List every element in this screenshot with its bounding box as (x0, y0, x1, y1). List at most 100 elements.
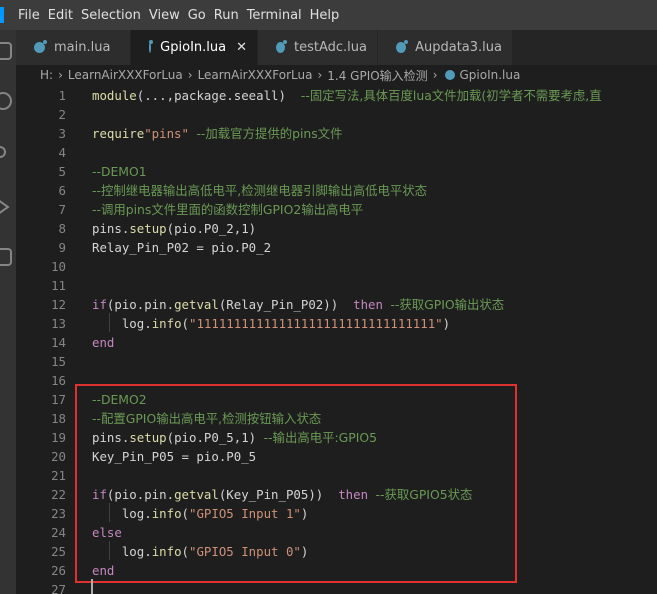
line-number: 6 (58, 183, 66, 198)
line-number: 21 (51, 468, 66, 483)
code-text[interactable]: --调用pins文件里面的函数控制GPIO2输出高电平 (92, 200, 363, 219)
code-text[interactable]: Relay_Pin_P02 = pio.P0_2 (92, 238, 271, 257)
code-text[interactable]: Key_Pin_P05 = pio.P0_5 (92, 447, 256, 466)
code-line[interactable]: 24 else (16, 523, 657, 542)
tab-label: main.lua (54, 40, 111, 55)
code-line[interactable]: 22 if(pio.pin.getval(Key_Pin_P05)) then -… (16, 485, 657, 504)
line-number: 27 (51, 582, 66, 594)
code-text[interactable]: if(pio.pin.getval(Key_Pin_P05)) then --获… (92, 485, 472, 504)
code-editor[interactable]: 1 module(...,package.seeall) --固定写法,具体百度l… (16, 85, 657, 594)
breadcrumb: H: › LearnAirXXXForLua › LearnAirXXXForL… (16, 65, 657, 85)
code-text[interactable]: pins.setup(pio.P0_2,1) (92, 219, 256, 238)
close-tab-icon[interactable]: ✕ (236, 40, 247, 55)
menu-edit[interactable]: Edit (48, 8, 81, 23)
lua-file-icon (396, 40, 409, 53)
code-line[interactable]: 16 (16, 371, 657, 390)
extensions-icon[interactable] (0, 248, 12, 266)
code-line[interactable]: 6 --控制继电器输出高低电平,检测继电器引脚输出高低电平状态 (16, 181, 657, 200)
code-text[interactable]: --配置GPIO输出高电平,检测按钮输入状态 (92, 409, 321, 428)
code-text[interactable]: module(...,package.seeall) --固定写法,具体百度lu… (92, 86, 602, 105)
code-text[interactable]: --控制继电器输出高低电平,检测继电器引脚输出高低电平状态 (92, 181, 427, 200)
code-line[interactable]: 27 (16, 580, 657, 594)
breadcrumb-item[interactable]: GpioIn.lua (460, 68, 521, 82)
code-line[interactable]: 3 require"pins" --加载官方提供的pins文件 (16, 124, 657, 143)
tab-gpioin-lua[interactable]: GpioIn.lua ✕ (131, 30, 258, 65)
code-line[interactable]: 1 module(...,package.seeall) --固定写法,具体百度l… (16, 86, 657, 105)
code-line[interactable]: 20 Key_Pin_P05 = pio.P0_5 (16, 447, 657, 466)
code-line[interactable]: 2 (16, 105, 657, 124)
tab-main-lua[interactable]: main.lua (16, 30, 131, 65)
menu-terminal[interactable]: Terminal (247, 8, 310, 23)
code-line[interactable]: 12 if(pio.pin.getval(Relay_Pin_P02)) then… (16, 295, 657, 314)
search-icon[interactable] (0, 92, 12, 110)
line-number: 18 (51, 411, 66, 426)
code-line[interactable]: 25 log.info("GPIO5 Input 0") (16, 542, 657, 561)
code-text[interactable]: else (92, 523, 122, 542)
code-text[interactable]: log.info("GPIO5 Input 1") (92, 504, 309, 523)
code-line[interactable]: 14 end (16, 333, 657, 352)
line-number: 26 (51, 563, 66, 578)
code-line[interactable]: 9 Relay_Pin_P02 = pio.P0_2 (16, 238, 657, 257)
line-number: 7 (58, 202, 66, 217)
breadcrumb-item[interactable]: LearnAirXXXForLua (68, 68, 183, 82)
code-text[interactable]: log.info("111111111111111111111111111111… (92, 314, 450, 333)
line-number: 11 (51, 278, 66, 293)
code-line[interactable]: 4 (16, 143, 657, 162)
line-number: 15 (51, 354, 66, 369)
line-number: 22 (51, 487, 66, 502)
code-text[interactable]: if(pio.pin.getval(Relay_Pin_P02)) then -… (92, 295, 504, 314)
code-line[interactable]: 19 pins.setup(pio.P0_5,1) --输出高电平:GPIO5 (16, 428, 657, 447)
code-line[interactable]: 15 (16, 352, 657, 371)
breadcrumb-item[interactable]: H: (40, 68, 53, 82)
source-control-icon[interactable] (0, 146, 6, 158)
menu-selection[interactable]: Selection (81, 8, 149, 23)
line-number: 24 (51, 525, 66, 540)
code-line[interactable]: 26 end (16, 561, 657, 580)
explorer-icon[interactable] (0, 42, 12, 60)
line-number: 5 (58, 164, 66, 179)
menu-run[interactable]: Run (214, 8, 247, 23)
code-text[interactable]: end (92, 561, 114, 580)
line-number: 20 (51, 449, 66, 464)
line-number: 23 (51, 506, 66, 521)
code-line[interactable]: 13 log.info("111111111111111111111111111… (16, 314, 657, 333)
code-line[interactable]: 5 --DEMO1 (16, 162, 657, 181)
line-number: 12 (51, 297, 66, 312)
code-text[interactable]: end (92, 333, 114, 352)
code-line[interactable]: 10 (16, 257, 657, 276)
code-text[interactable]: pins.setup(pio.P0_5,1) --输出高电平:GPIO5 (92, 428, 377, 447)
run-debug-icon[interactable] (0, 198, 12, 216)
menu-help[interactable]: Help (310, 8, 348, 23)
code-line[interactable]: 18 --配置GPIO输出高电平,检测按钮输入状态 (16, 409, 657, 428)
tab-label: Aupdata3.lua (415, 40, 502, 55)
menu-file[interactable]: File (18, 8, 48, 23)
code-line[interactable]: 21 (16, 466, 657, 485)
line-number: 9 (58, 240, 66, 255)
activity-bar (0, 30, 16, 594)
code-line[interactable]: 11 (16, 276, 657, 295)
line-number: 19 (51, 430, 66, 445)
line-number: 16 (51, 373, 66, 388)
line-number: 17 (51, 392, 66, 407)
code-line[interactable]: 8 pins.setup(pio.P0_2,1) (16, 219, 657, 238)
code-text[interactable]: require"pins" --加载官方提供的pins文件 (92, 124, 343, 143)
line-number: 14 (51, 335, 66, 350)
line-number: 25 (51, 544, 66, 559)
line-number: 8 (58, 221, 66, 236)
menu-go[interactable]: Go (188, 8, 214, 23)
text-cursor (91, 579, 93, 594)
code-line[interactable]: 23 log.info("GPIO5 Input 1") (16, 504, 657, 523)
tab-testadc-lua[interactable]: testAdc.lua (258, 30, 378, 65)
line-number: 3 (58, 126, 66, 141)
tab-aupdata3-lua[interactable]: Aupdata3.lua (378, 30, 513, 65)
menu-view[interactable]: View (149, 8, 188, 23)
code-text[interactable]: --DEMO2 (92, 390, 147, 409)
chevron-right-icon: › (187, 68, 193, 82)
code-line[interactable]: 17 --DEMO2 (16, 390, 657, 409)
code-text[interactable]: log.info("GPIO5 Input 0") (92, 542, 309, 561)
code-line[interactable]: 7 --调用pins文件里面的函数控制GPIO2输出高电平 (16, 200, 657, 219)
breadcrumb-item[interactable]: LearnAirXXXForLua (198, 68, 313, 82)
breadcrumb-item[interactable]: 1.4 GPIO输入检测 (327, 67, 427, 84)
code-text[interactable]: --DEMO1 (92, 162, 147, 181)
lua-file-icon (34, 40, 47, 53)
